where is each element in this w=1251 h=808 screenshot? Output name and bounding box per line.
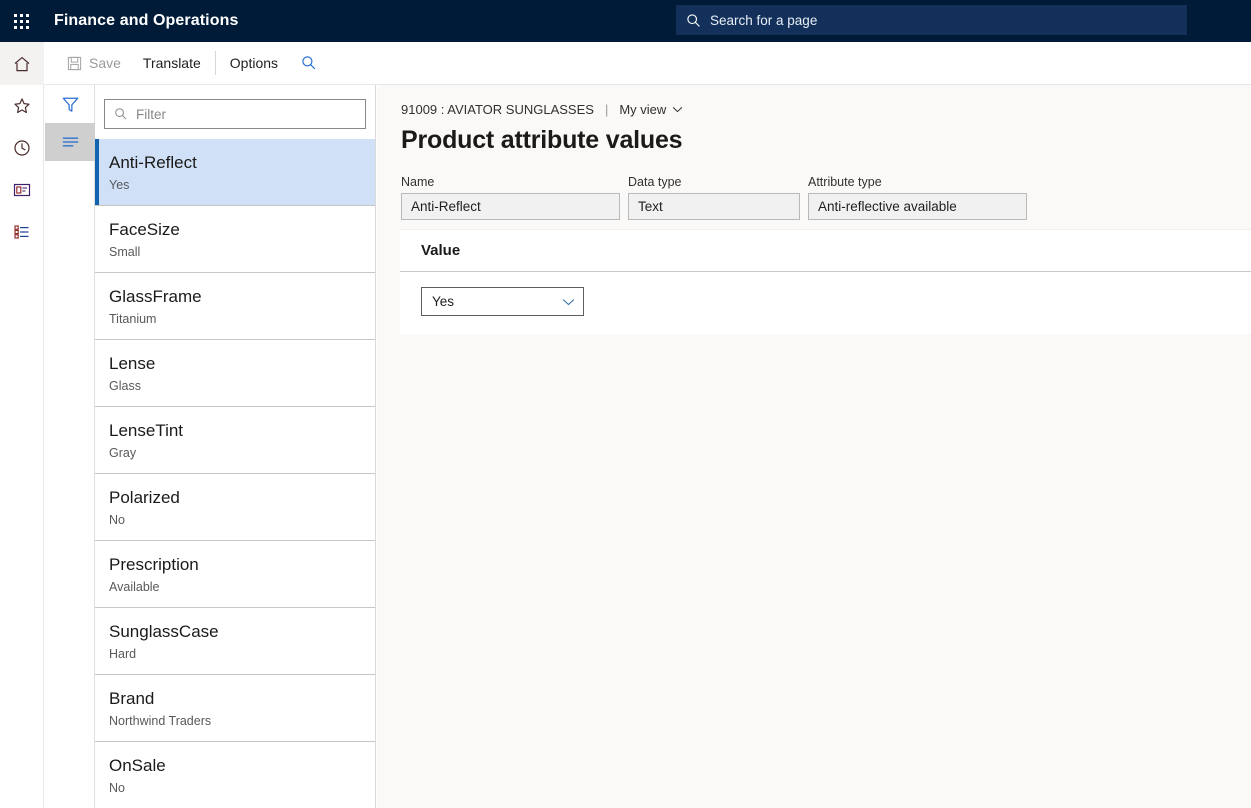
list-item-name: Brand	[109, 688, 361, 709]
field-data-type-input[interactable]: Text	[628, 193, 800, 220]
save-label: Save	[89, 55, 121, 71]
list-item-value: Yes	[109, 178, 361, 193]
field-attribute-type-input[interactable]: Anti-reflective available	[808, 193, 1027, 220]
field-name-input[interactable]: Anti-Reflect	[401, 193, 620, 220]
panel-tab-strip	[45, 85, 95, 808]
breadcrumb-record: 91009 : AVIATOR SUNGLASSES	[401, 102, 594, 117]
list-item-name: LenseTint	[109, 420, 361, 441]
list-item-value: Glass	[109, 379, 361, 394]
waffle-grid	[14, 14, 29, 29]
options-label: Options	[230, 55, 278, 71]
list-item-value: Hard	[109, 647, 361, 662]
app-launcher-icon[interactable]	[0, 0, 42, 42]
page-title: Product attribute values	[401, 126, 1251, 155]
chevron-down-icon	[672, 106, 683, 113]
list-item[interactable]: Lense Glass	[95, 340, 375, 407]
attribute-list: Anti-Reflect Yes FaceSize Small GlassFrame Ti…	[95, 139, 375, 808]
list-item-value: Gray	[109, 446, 361, 461]
command-bar: Save Translate Options	[0, 42, 1251, 85]
sidebar-item-workspaces[interactable]	[0, 169, 44, 211]
value-card-header: Value	[400, 230, 1251, 272]
breadcrumb-separator: |	[605, 102, 608, 117]
command-divider	[215, 51, 216, 75]
filter-funnel-icon	[60, 94, 81, 115]
list-item-name: GlassFrame	[109, 286, 361, 307]
save-button[interactable]: Save	[56, 42, 132, 85]
filter-placeholder: Filter	[136, 107, 166, 122]
list-item[interactable]: OnSale No	[95, 742, 375, 808]
app-title: Finance and Operations	[54, 12, 238, 30]
list-item-name: Anti-Reflect	[109, 152, 361, 173]
search-icon	[301, 55, 317, 71]
list-item-value: Titanium	[109, 312, 361, 327]
list-item[interactable]: Anti-Reflect Yes	[95, 139, 375, 206]
list-item[interactable]: SunglassCase Hard	[95, 608, 375, 675]
sidebar-item-home[interactable]	[0, 43, 44, 85]
field-name: Name Anti-Reflect	[401, 175, 620, 220]
list-item[interactable]: GlassFrame Titanium	[95, 273, 375, 340]
list-lines-icon	[60, 134, 81, 150]
list-item[interactable]: Prescription Available	[95, 541, 375, 608]
list-item-name: FaceSize	[109, 219, 361, 240]
list-item-name: Prescription	[109, 554, 361, 575]
left-navigation-rail	[0, 43, 44, 808]
top-navigation-bar: Finance and Operations Search for a page	[0, 0, 1251, 42]
filter-tab[interactable]	[45, 85, 95, 123]
list-tab[interactable]	[45, 123, 95, 161]
command-bar-items: Save Translate Options	[56, 42, 329, 85]
breadcrumb: 91009 : AVIATOR SUNGLASSES | My view	[401, 102, 1251, 117]
chevron-down-icon	[562, 298, 575, 306]
list-item-value: No	[109, 513, 361, 528]
view-selector[interactable]: My view	[619, 102, 683, 117]
value-dropdown[interactable]: Yes	[421, 287, 584, 316]
list-item-name: SunglassCase	[109, 621, 361, 642]
field-attribute-type-label: Attribute type	[808, 175, 1027, 189]
sidebar-item-recent[interactable]	[0, 127, 44, 169]
save-disk-icon	[67, 56, 82, 71]
field-data-type: Data type Text	[628, 175, 800, 220]
options-button[interactable]: Options	[219, 42, 289, 85]
list-item[interactable]: Brand Northwind Traders	[95, 675, 375, 742]
field-data-type-label: Data type	[628, 175, 800, 189]
list-item-name: OnSale	[109, 755, 361, 776]
list-item-value: Small	[109, 245, 361, 260]
attribute-list-pane: Filter Anti-Reflect Yes FaceSize Small Glass…	[95, 85, 376, 808]
list-item[interactable]: FaceSize Small	[95, 206, 375, 273]
translate-button[interactable]: Translate	[132, 42, 212, 85]
field-attribute-type: Attribute type Anti-reflective available	[808, 175, 1027, 220]
list-item-name: Lense	[109, 353, 361, 374]
list-item-value: Northwind Traders	[109, 714, 361, 729]
global-search-input[interactable]: Search for a page	[676, 5, 1187, 35]
search-icon	[114, 107, 128, 121]
sidebar-item-favorites[interactable]	[0, 85, 44, 127]
field-name-label: Name	[401, 175, 620, 189]
list-item-name: Polarized	[109, 487, 361, 508]
value-dropdown-value: Yes	[432, 294, 454, 309]
attribute-fields: Name Anti-Reflect Data type Text Attribu…	[401, 175, 1251, 220]
global-search-placeholder: Search for a page	[710, 13, 817, 28]
value-card-body: Yes	[400, 272, 1251, 334]
list-item-value: No	[109, 781, 361, 796]
value-card: Value Yes	[400, 229, 1251, 334]
search-icon	[686, 13, 701, 28]
main-content: 91009 : AVIATOR SUNGLASSES | My view Pro…	[377, 85, 1251, 808]
filter-input[interactable]: Filter	[104, 99, 366, 129]
list-item-value: Available	[109, 580, 361, 595]
list-item[interactable]: LenseTint Gray	[95, 407, 375, 474]
view-selector-label: My view	[619, 102, 666, 117]
sidebar-item-modules[interactable]	[0, 211, 44, 253]
list-item[interactable]: Polarized No	[95, 474, 375, 541]
translate-label: Translate	[143, 55, 201, 71]
page-search-button[interactable]	[289, 55, 329, 71]
